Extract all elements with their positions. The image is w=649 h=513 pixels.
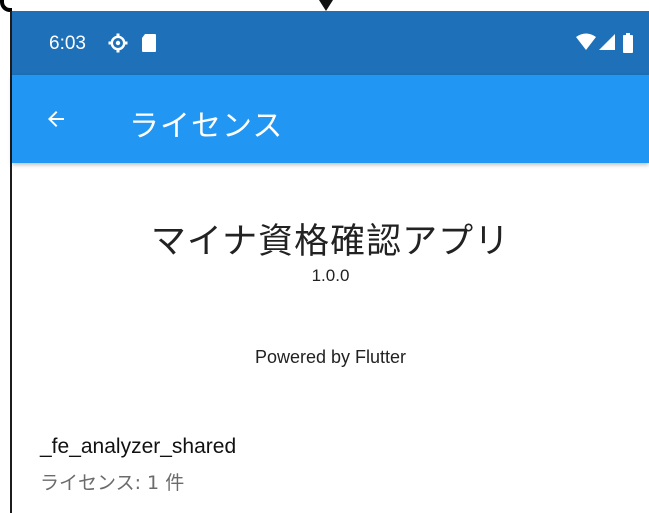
device-screen: 6:03 ライセンス マイナ資格確認アプリ 1.0.0 Powered by F… bbox=[10, 11, 649, 513]
license-package-name: _fe_analyzer_shared bbox=[40, 435, 237, 458]
license-list-item[interactable]: _fe_analyzer_shared ライセンス: 1 件 bbox=[12, 427, 649, 501]
powered-by-text: Powered by Flutter bbox=[254, 347, 407, 367]
arrow-back-icon bbox=[48, 111, 64, 127]
settings-gear-icon bbox=[108, 33, 128, 53]
status-bar: 6:03 bbox=[12, 11, 649, 75]
wifi-icon bbox=[576, 33, 596, 50]
sd-card-icon bbox=[142, 34, 156, 52]
page-title: ライセンス bbox=[129, 109, 284, 144]
license-count: ライセンス: 1 件 bbox=[40, 472, 185, 494]
cell-signal-icon bbox=[599, 34, 615, 50]
app-name: マイナ資格確認アプリ bbox=[150, 222, 511, 262]
back-button[interactable] bbox=[34, 97, 78, 141]
down-arrow-icon bbox=[319, 0, 333, 11]
top-strip bbox=[0, 0, 649, 12]
app-version: 1.0.0 bbox=[311, 266, 350, 285]
status-time: 6:03 bbox=[49, 33, 86, 54]
app-bar: ライセンス bbox=[12, 75, 649, 163]
battery-icon bbox=[623, 33, 633, 53]
license-page-content: マイナ資格確認アプリ 1.0.0 Powered by Flutter _fe_… bbox=[12, 163, 649, 513]
